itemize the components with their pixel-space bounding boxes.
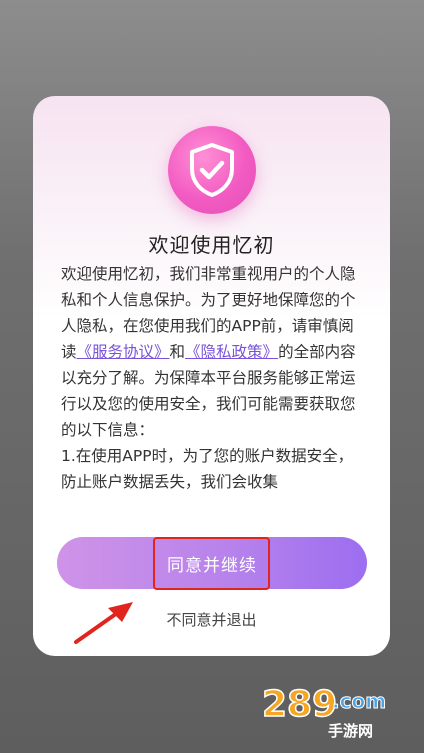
red-arrow-icon <box>74 602 133 644</box>
site-watermark-logo: 289 .com 手游网 <box>261 683 386 740</box>
watermark-domain: .com <box>332 689 386 713</box>
body-item-1: 1.在使用APP时，为了您的账户数据安全，防止账户数据丢失，我们会收集 <box>61 447 354 491</box>
shield-check-icon <box>168 126 256 214</box>
privacy-policy-link[interactable]: 《隐私政策》 <box>185 343 278 361</box>
privacy-dialog: 欢迎使用忆初 欢迎使用忆初，我们非常重视用户的个人隐私和个人信息保护。为了更好地… <box>33 96 390 656</box>
body-and: 和 <box>169 343 186 361</box>
watermark-number: 289 <box>262 684 337 725</box>
service-agreement-link[interactable]: 《服务协议》 <box>77 343 170 361</box>
watermark-sub: 手游网 <box>328 722 373 740</box>
annotation-highlight-box <box>153 537 270 590</box>
dialog-body: 欢迎使用忆初，我们非常重视用户的个人隐私和个人信息保护。为了更好地保障您的个人隐… <box>61 261 366 511</box>
dialog-title: 欢迎使用忆初 <box>148 233 275 257</box>
